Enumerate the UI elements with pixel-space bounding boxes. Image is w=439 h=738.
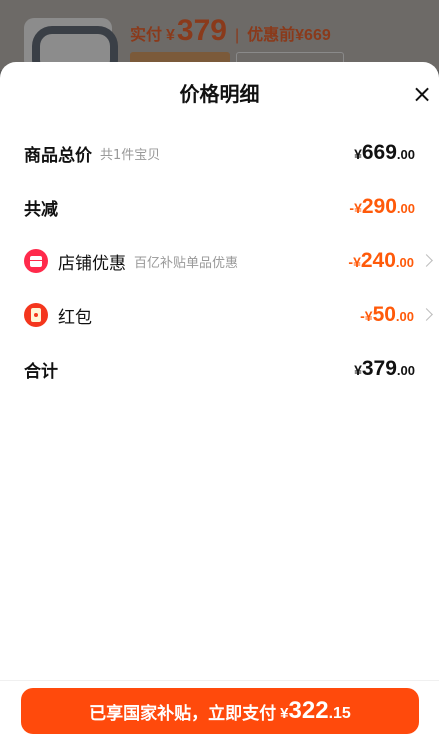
close-button[interactable]: × [410,82,434,106]
product-summary-peek: 实付 ¥ 379 | 优惠前¥669 [0,0,439,80]
peek-separator: | [234,27,240,44]
shop-discount-label: 店铺优惠 [58,253,126,274]
chevron-right-icon [420,254,433,267]
pay-now-button[interactable]: 已享国家补贴，立即支付 ¥ 322 .15 [21,688,419,734]
row-total-price: 商品总价 共1件宝贝 ¥ 669 .00 [0,133,439,173]
sum-amount: ¥ 379 .00 [354,357,415,380]
total-price-sub: 共1件宝贝 [100,147,161,163]
peek-price-value: 379 [176,14,227,47]
row-red-packet[interactable]: 红包 -¥ 50 .00 [0,295,439,335]
red-packet-icon [24,303,48,327]
row-sum: 合计 ¥ 379 .00 [0,349,439,389]
total-price-amount: ¥ 669 .00 [354,141,415,164]
peek-price-currency: ¥ [166,27,175,44]
sheet-title: 价格明细 [179,82,260,106]
reduction-amount: -¥ 290 .00 [349,195,415,218]
total-price-label: 商品总价 [24,145,92,166]
reduction-label: 共减 [24,199,58,220]
shop-discount-sub: 百亿补贴单品优惠 [134,255,239,271]
price-detail-sheet: 价格明细 × 商品总价 共1件宝贝 ¥ 669 .00 共减 -¥ 290 .0… [0,62,439,738]
sum-label: 合计 [24,361,58,382]
pay-button-label: 已享国家补贴，立即支付 [89,703,277,724]
chevron-right-icon [420,308,433,321]
red-packet-amount: -¥ 50 .00 [360,303,414,326]
row-shop-discount[interactable]: 店铺优惠 百亿补贴单品优惠 -¥ 240 .00 [0,241,439,281]
peek-price-label: 实付 [130,27,163,44]
pay-button-amount: ¥ 322 .15 [280,697,351,724]
red-packet-label: 红包 [58,307,92,328]
shop-icon [24,249,48,273]
shop-discount-amount: -¥ 240 .00 [348,249,414,272]
row-total-reduction: 共减 -¥ 290 .00 [0,187,439,227]
footer-divider [0,680,439,681]
peek-original-price: 优惠前¥669 [247,27,331,44]
peek-price: 实付 ¥ 379 | 优惠前¥669 [130,14,331,50]
